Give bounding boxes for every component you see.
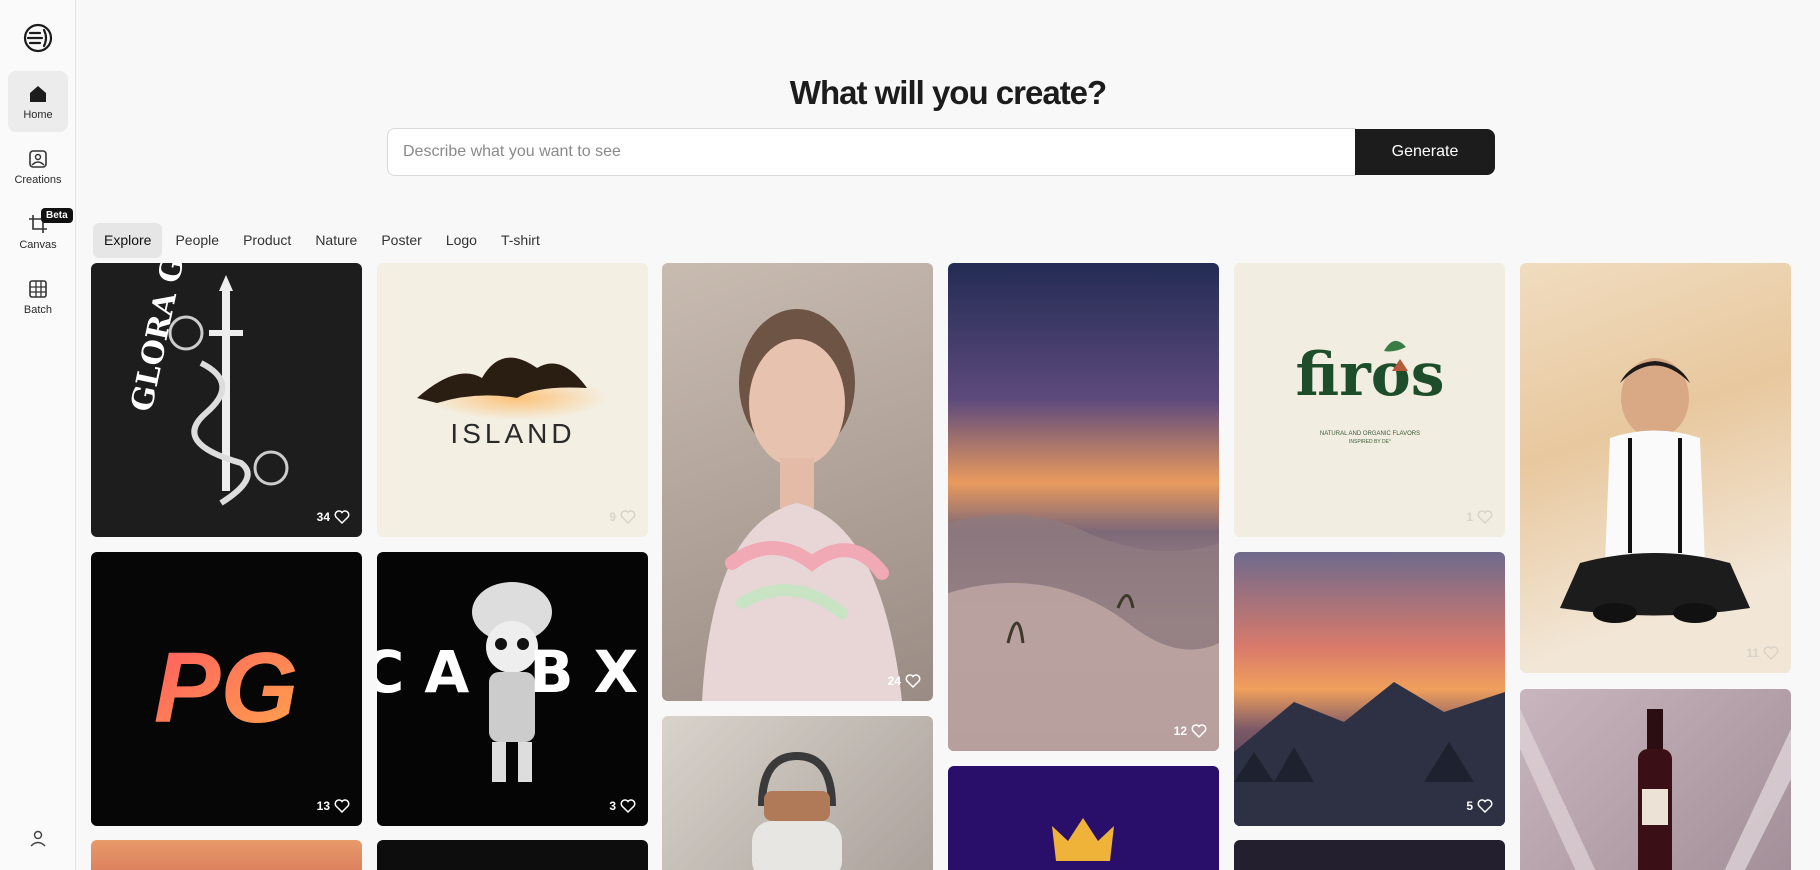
heart-icon <box>1477 510 1493 525</box>
tab-tshirt[interactable]: T-shirt <box>490 223 551 258</box>
gallery-card[interactable] <box>91 840 362 870</box>
gallery-card[interactable]: 5 <box>1234 552 1505 826</box>
like-count[interactable]: 34 <box>317 509 350 525</box>
gallery-image <box>1234 682 1505 826</box>
tab-poster[interactable]: Poster <box>370 223 432 258</box>
gallery-image: RCA BXH <box>377 582 648 782</box>
like-count[interactable]: 9 <box>609 509 636 525</box>
like-count[interactable]: 11 <box>1746 645 1779 661</box>
gallery-card[interactable]: ISLAND 9 <box>377 263 648 537</box>
like-count[interactable]: 5 <box>1466 798 1493 814</box>
heart-icon <box>620 510 636 525</box>
gallery-image: GLORA GLORA <box>125 263 289 506</box>
gallery-image <box>752 751 842 870</box>
heart-icon <box>334 799 350 814</box>
gallery-card[interactable] <box>1234 840 1505 870</box>
like-count[interactable]: 13 <box>317 798 350 814</box>
gallery-card[interactable] <box>377 840 648 870</box>
sidebar-item-label: Canvas <box>19 238 57 251</box>
heart-icon <box>334 510 350 525</box>
gallery-image <box>1560 358 1750 623</box>
sidebar-item-label: Creations <box>14 173 62 186</box>
tab-nature[interactable]: Nature <box>304 223 368 258</box>
home-icon <box>30 85 46 102</box>
like-count[interactable]: 24 <box>888 673 921 689</box>
gallery-card[interactable]: 24 <box>662 263 933 701</box>
sidebar-item-creations[interactable]: Creations <box>8 136 68 197</box>
gallery-image <box>702 309 902 701</box>
svg-text:NATURAL AND ORGANIC FLAVORS: NATURAL AND ORGANIC FLAVORS <box>1320 431 1420 437</box>
heart-icon <box>1191 724 1207 739</box>
tab-people[interactable]: People <box>164 223 230 258</box>
gallery-card[interactable] <box>948 766 1219 870</box>
heart-icon <box>1477 799 1493 814</box>
like-count[interactable]: 1 <box>1466 509 1493 525</box>
tab-logo[interactable]: Logo <box>435 223 488 258</box>
gallery-card[interactable]: RCA BXH 3 <box>377 552 648 826</box>
crown-icon <box>1052 818 1114 861</box>
gallery-card[interactable]: firos NATURAL AND ORGANIC FLAVORS INSPIR… <box>1234 263 1505 537</box>
gallery-card[interactable]: 12 <box>948 263 1219 751</box>
like-count[interactable]: 3 <box>609 798 636 814</box>
user-profile-icon[interactable] <box>28 828 48 848</box>
gallery-image <box>1520 709 1791 870</box>
page-title: What will you create? <box>789 74 1107 111</box>
category-tabs: Explore People Product Nature Poster Log… <box>93 223 553 258</box>
image-icon <box>29 149 47 168</box>
gallery-image: ISLAND <box>417 357 607 449</box>
sidebar-item-home[interactable]: Home <box>8 71 68 132</box>
heart-icon <box>620 799 636 814</box>
gallery-card[interactable]: GLORA GLORA 34 <box>91 263 362 537</box>
like-count[interactable]: 12 <box>1174 723 1207 739</box>
svg-text:ISLAND: ISLAND <box>450 418 575 449</box>
grid-icon <box>29 279 47 298</box>
svg-text:INSPIRED BY DE°: INSPIRED BY DE° <box>1349 439 1391 445</box>
heart-icon <box>1763 646 1779 661</box>
gallery-image: firos NATURAL AND ORGANIC FLAVORS INSPIR… <box>1295 340 1444 445</box>
gallery-card[interactable] <box>662 716 933 870</box>
beta-badge: Beta <box>41 208 73 223</box>
gallery-image: PG <box>154 632 298 744</box>
svg-text:PG: PG <box>154 632 298 744</box>
gallery-card[interactable]: PG 13 <box>91 552 362 826</box>
prompt-input[interactable] <box>387 128 1356 176</box>
svg-text:GLORA GLORA: GLORA GLORA <box>125 263 212 415</box>
app-logo-icon[interactable] <box>20 20 56 56</box>
heart-icon <box>905 674 921 689</box>
gallery-card[interactable] <box>1520 689 1791 870</box>
sidebar-item-batch[interactable]: Batch <box>8 266 68 327</box>
generate-button[interactable]: Generate <box>1355 129 1495 175</box>
tab-product[interactable]: Product <box>232 223 302 258</box>
tab-explore[interactable]: Explore <box>93 223 163 258</box>
sidebar-item-label: Home <box>23 108 53 121</box>
gallery-card[interactable]: 11 <box>1520 263 1791 673</box>
gallery-image <box>948 515 1219 751</box>
sidebar: Home Creations Canvas Beta Batch <box>0 0 76 870</box>
sidebar-item-label: Batch <box>23 303 53 316</box>
svg-text:firos: firos <box>1295 340 1444 410</box>
svg-text:RCA BXH: RCA BXH <box>377 638 648 706</box>
